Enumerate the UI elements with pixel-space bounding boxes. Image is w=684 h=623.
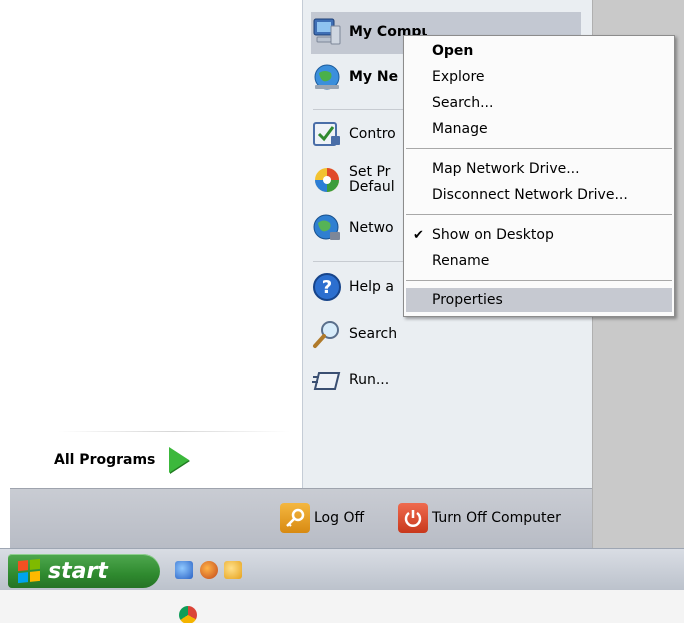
ctx-rename[interactable]: Rename: [404, 249, 674, 273]
start-menu-left-pane: All Programs: [10, 0, 302, 488]
set-program-label-line2: Defaul: [349, 180, 395, 195]
windows-flag-icon: [18, 558, 40, 584]
turn-off-label: Turn Off Computer: [432, 510, 561, 526]
context-menu: Open Explore Search... Manage Map Networ…: [403, 35, 675, 317]
key-icon: [280, 503, 310, 533]
run-label: Run...: [349, 372, 390, 388]
ctx-separator-2: [406, 214, 672, 215]
all-programs-label: All Programs: [54, 452, 156, 468]
start-button[interactable]: start: [8, 554, 160, 588]
ctx-map-network-drive-label: Map Network Drive...: [432, 161, 580, 177]
ctx-separator: [406, 148, 672, 149]
start-label: start: [48, 558, 108, 584]
firefox-quicklaunch-icon[interactable]: [200, 561, 218, 579]
turn-off-button[interactable]: Turn Off Computer: [398, 503, 561, 533]
log-off-button[interactable]: Log Off: [280, 503, 364, 533]
run-item[interactable]: Run...: [311, 364, 389, 396]
all-programs-button[interactable]: All Programs: [54, 443, 190, 477]
set-program-label-line1: Set Pr: [349, 165, 391, 180]
ctx-disconnect-label: Disconnect Network Drive...: [432, 187, 628, 203]
control-panel-item[interactable]: Contro: [311, 118, 396, 150]
ctx-open[interactable]: Open: [404, 39, 674, 63]
start-menu-bottom-bar: Log Off Turn Off Computer: [10, 488, 592, 548]
help-support-label: Help a: [349, 279, 394, 295]
my-network-label: My Ne: [349, 69, 399, 85]
set-program-access-text: Set Pr Defaul: [349, 165, 395, 195]
run-icon: [311, 364, 343, 396]
ctx-show-on-desktop[interactable]: ✔ Show on Desktop: [404, 223, 674, 247]
ctx-rename-label: Rename: [432, 253, 490, 269]
taskbar: start: [0, 548, 684, 590]
help-support-item[interactable]: ? Help a: [311, 271, 394, 303]
network-connections-icon: [311, 212, 343, 244]
ctx-search[interactable]: Search...: [404, 91, 674, 115]
ctx-search-label: Search...: [432, 95, 494, 111]
network-connections-item[interactable]: Netwo: [311, 212, 394, 244]
ctx-properties-label: Properties: [432, 292, 503, 308]
ctx-separator-3: [406, 280, 672, 281]
green-arrow-icon: [169, 447, 190, 473]
ctx-explore-label: Explore: [432, 69, 485, 85]
computer-icon: [311, 16, 343, 48]
my-network-item[interactable]: My Ne: [311, 61, 398, 93]
ctx-show-on-desktop-label: Show on Desktop: [432, 227, 554, 243]
ctx-map-network-drive[interactable]: Map Network Drive...: [404, 157, 674, 181]
magnifier-icon: [311, 318, 343, 350]
search-label: Search: [349, 326, 398, 342]
ctx-manage-label: Manage: [432, 121, 488, 137]
checkmark-icon: ✔: [413, 227, 424, 243]
control-panel-icon: [311, 118, 343, 150]
ctx-manage[interactable]: Manage: [404, 117, 674, 141]
control-panel-label: Contro: [349, 126, 396, 142]
ctx-open-label: Open: [432, 43, 474, 59]
ctx-properties[interactable]: Properties: [406, 288, 672, 312]
ie-quicklaunch-icon[interactable]: [175, 561, 193, 579]
ctx-explore[interactable]: Explore: [404, 65, 674, 89]
program-access-icon: [311, 164, 343, 196]
left-pane-separator: [58, 431, 290, 432]
network-globe-icon: [311, 61, 343, 93]
desktop-background-bottom: [0, 590, 684, 623]
chrome-icon[interactable]: [179, 606, 197, 623]
svg-text:?: ?: [322, 277, 332, 298]
power-icon: [398, 503, 428, 533]
ctx-disconnect-network-drive[interactable]: Disconnect Network Drive...: [404, 183, 674, 207]
app-quicklaunch-icon[interactable]: [224, 561, 242, 579]
help-icon: ?: [311, 271, 343, 303]
search-item[interactable]: Search: [311, 318, 397, 350]
network-connections-label: Netwo: [349, 220, 394, 236]
log-off-label: Log Off: [314, 510, 365, 526]
set-program-access-item[interactable]: Set Pr Defaul: [311, 164, 395, 196]
